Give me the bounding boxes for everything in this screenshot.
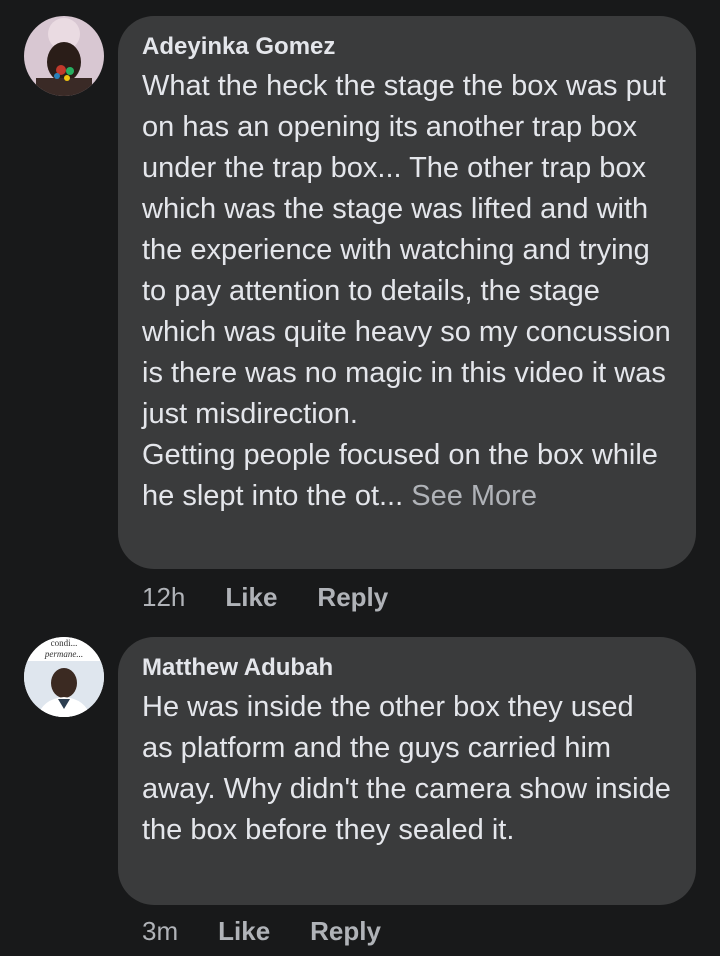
see-more-link[interactable]: See More — [411, 480, 537, 512]
avatar-image: condi... permane... — [24, 637, 104, 717]
comment-actions: 12h Like Reply — [142, 579, 428, 615]
comment-author[interactable]: Adeyinka Gomez — [142, 32, 672, 62]
comment-actions: 3m Like Reply — [142, 913, 421, 949]
comment-text: What the heck the stage the box was put … — [142, 66, 672, 517]
comment-timestamp: 3m — [142, 915, 179, 946]
avatar[interactable]: condi... permane... — [24, 637, 104, 717]
like-button[interactable]: Like — [225, 582, 277, 613]
like-button[interactable]: Like — [218, 916, 270, 947]
avatar-image — [24, 16, 104, 96]
comment-bubble: Adeyinka Gomez What the heck the stage t… — [118, 16, 696, 569]
comment-timestamp: 12h — [142, 581, 186, 612]
reply-button[interactable]: Reply — [317, 582, 388, 613]
comment-text-content: What the heck the stage the box was put … — [142, 70, 671, 512]
comment-bubble: Matthew Adubah He was inside the other b… — [118, 637, 696, 905]
avatar-caption-bottom: permane... — [44, 649, 83, 659]
avatar[interactable] — [24, 16, 104, 96]
reply-button[interactable]: Reply — [310, 916, 381, 947]
avatar-caption-top: condi... — [51, 638, 78, 648]
comment-text: He was inside the other box they used as… — [142, 691, 671, 846]
comment-author[interactable]: Matthew Adubah — [142, 653, 672, 683]
